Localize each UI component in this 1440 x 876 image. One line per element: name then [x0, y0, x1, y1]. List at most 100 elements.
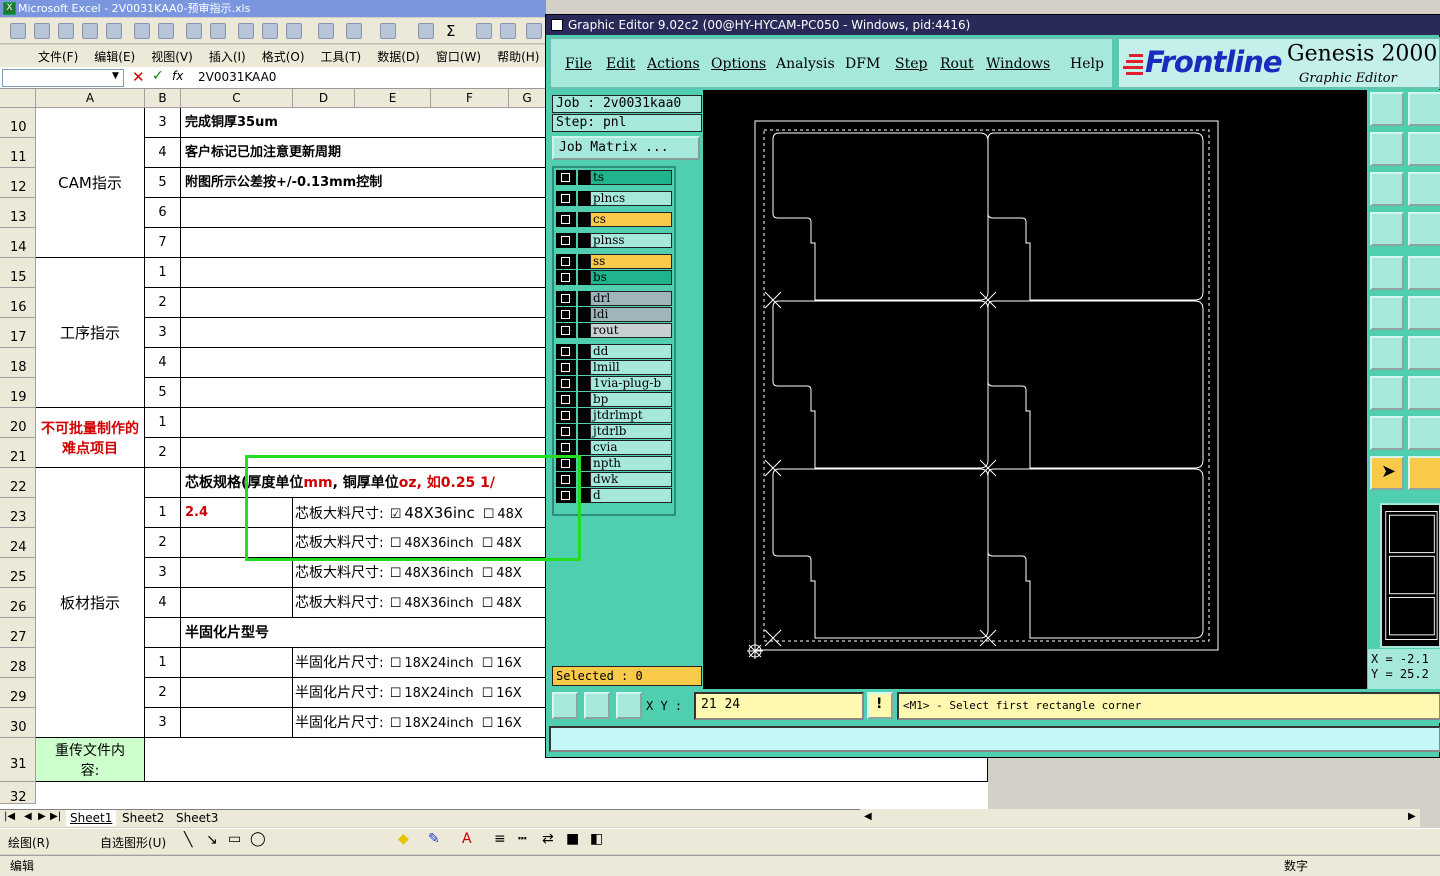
ge-menu-rout[interactable]: Rout — [940, 56, 974, 72]
cell-b26[interactable]: 4 — [145, 588, 181, 618]
spelling-icon[interactable] — [186, 23, 202, 39]
copy-icon[interactable] — [262, 23, 278, 39]
arrow-style-icon[interactable]: ⇄ — [542, 831, 554, 847]
layer-checkbox-icon[interactable] — [556, 212, 576, 227]
sheet-tab-1[interactable]: Sheet1 — [66, 810, 117, 826]
layer-row-ldi[interactable]: ldi — [556, 307, 672, 322]
layer-row-1via-plug-b[interactable]: 1via-plug-b — [556, 376, 672, 391]
layer-row-rout[interactable]: rout — [556, 323, 672, 338]
cell-c11[interactable]: 客户标记已加注意更新周期 — [181, 138, 546, 168]
cell-b28[interactable]: 1 — [145, 648, 181, 678]
select-arrow-icon[interactable]: ➤ — [1370, 456, 1404, 490]
shadow-icon[interactable]: ■ — [566, 831, 579, 847]
ge-menu-step[interactable]: Step — [895, 56, 927, 72]
checkbox-icon[interactable]: ☐ — [482, 656, 494, 671]
layer-row-bs[interactable]: bs — [556, 270, 672, 285]
horizontal-scrollbar[interactable]: ◀ ▶ — [860, 809, 1420, 827]
cell-c29[interactable] — [181, 678, 293, 708]
layer-name[interactable]: npth — [590, 456, 672, 471]
line-width-icon[interactable] — [1408, 376, 1440, 410]
menu-tools[interactable]: 工具(T) — [313, 48, 370, 65]
line-icon[interactable]: ╲ — [184, 832, 192, 848]
autoshape-menu-button[interactable]: 自选图形(U) — [100, 834, 166, 851]
chart-wizard-icon[interactable] — [526, 23, 542, 39]
arrow-icon[interactable]: ↘ — [206, 832, 218, 848]
row-header[interactable]: 26 — [0, 588, 36, 618]
ge-menu-analysis[interactable]: Analysis — [776, 56, 835, 72]
cell-b23[interactable]: 1 — [145, 498, 181, 528]
cell-c17[interactable] — [181, 318, 546, 348]
layer-row-cs[interactable]: cs — [556, 212, 672, 227]
cell-c27[interactable]: 半固化片型号 — [181, 618, 546, 648]
sort-descending-icon[interactable] — [500, 23, 516, 39]
layer-checkbox-icon[interactable] — [556, 254, 576, 269]
dash-style-icon[interactable]: ┅ — [518, 831, 526, 847]
open-icon[interactable] — [34, 23, 50, 39]
checkbox-icon[interactable]: ☐ — [482, 716, 494, 731]
checkbox-icon[interactable]: ☐ — [390, 686, 402, 701]
row-header[interactable]: 21 — [0, 438, 36, 468]
cell-c30[interactable] — [181, 708, 293, 738]
layer-row-plnss[interactable]: plnss — [556, 233, 672, 248]
layer-name[interactable]: rout — [590, 323, 672, 338]
save-icon[interactable] — [58, 23, 74, 39]
row-header[interactable]: 32 — [0, 782, 36, 805]
layer-checkbox-icon[interactable] — [556, 392, 576, 407]
row-header[interactable]: 11 — [0, 138, 36, 168]
new-icon[interactable] — [10, 23, 26, 39]
cell-b11[interactable]: 4 — [145, 138, 181, 168]
sheet-tab-3[interactable]: Sheet3 — [172, 810, 222, 826]
scroll-right-icon[interactable]: ▶ — [1408, 811, 1416, 822]
print-icon[interactable] — [134, 23, 150, 39]
row-header[interactable]: 30 — [0, 708, 36, 738]
column-header-g[interactable]: G — [509, 89, 546, 108]
ge-menu-edit[interactable]: Edit — [606, 56, 635, 72]
cell-b24[interactable]: 2 — [145, 528, 181, 558]
layer-row-plncs[interactable]: plncs — [556, 191, 672, 206]
layer-checkbox-icon[interactable] — [556, 360, 576, 375]
menu-format[interactable]: 格式(O) — [254, 48, 313, 65]
row-header[interactable]: 29 — [0, 678, 36, 708]
row-header[interactable]: 14 — [0, 228, 36, 258]
fill-color-icon[interactable]: ◆ — [398, 831, 409, 847]
layer-checkbox-icon[interactable] — [556, 408, 576, 423]
column-header-e[interactable]: E — [355, 89, 431, 108]
column-header-a[interactable]: A — [36, 89, 145, 108]
zoom-fit-icon[interactable] — [1370, 172, 1404, 206]
cell-b19[interactable]: 5 — [145, 378, 181, 408]
redo-icon[interactable] — [380, 23, 396, 39]
cell-c15[interactable] — [181, 258, 546, 288]
cell-b15[interactable]: 1 — [145, 258, 181, 288]
cell-b20[interactable]: 1 — [145, 408, 181, 438]
cell-b12[interactable]: 5 — [145, 168, 181, 198]
email-icon[interactable] — [106, 23, 122, 39]
group-cam[interactable]: CAM指示 — [36, 108, 145, 258]
layer-checkbox-icon[interactable] — [556, 440, 576, 455]
layer-checkbox-icon[interactable] — [556, 291, 576, 306]
layer-name[interactable]: ts — [590, 170, 672, 185]
grid-mode-icon[interactable] — [616, 692, 642, 719]
formula-input[interactable]: 2V0031KAA0 — [198, 70, 276, 84]
cell-c10[interactable]: 完成铜厚35um — [181, 108, 546, 138]
layer-name[interactable]: plnss — [590, 233, 672, 248]
cell-d26[interactable]: 芯板大料尺寸: ☐ 48X36inch ☐ 48X — [293, 588, 546, 618]
checkbox-icon[interactable]: ☐ — [482, 566, 494, 581]
layer-name[interactable]: ss — [590, 254, 672, 269]
select-all-corner[interactable] — [0, 89, 36, 108]
menu-data[interactable]: 数据(D) — [369, 48, 428, 65]
layer-name[interactable]: bs — [590, 270, 672, 285]
menu-window[interactable]: 窗口(W) — [428, 48, 489, 65]
sheet-nav-first-icon[interactable]: |◀ — [4, 811, 15, 822]
nodes-icon[interactable] — [1370, 296, 1404, 330]
checkbox-icon[interactable]: ☐ — [390, 566, 402, 581]
row-header[interactable]: 18 — [0, 348, 36, 378]
cell-b22[interactable] — [145, 468, 181, 498]
cell-c20[interactable] — [181, 408, 546, 438]
column-header-c[interactable]: C — [181, 89, 293, 108]
sheet-nav-prev-icon[interactable]: ◀ — [24, 811, 32, 822]
layer-name[interactable]: d — [590, 488, 672, 503]
layer-name[interactable]: cs — [590, 212, 672, 227]
cell-b21[interactable]: 2 — [145, 438, 181, 468]
cell-c13[interactable] — [181, 198, 546, 228]
research-icon[interactable] — [210, 23, 226, 39]
